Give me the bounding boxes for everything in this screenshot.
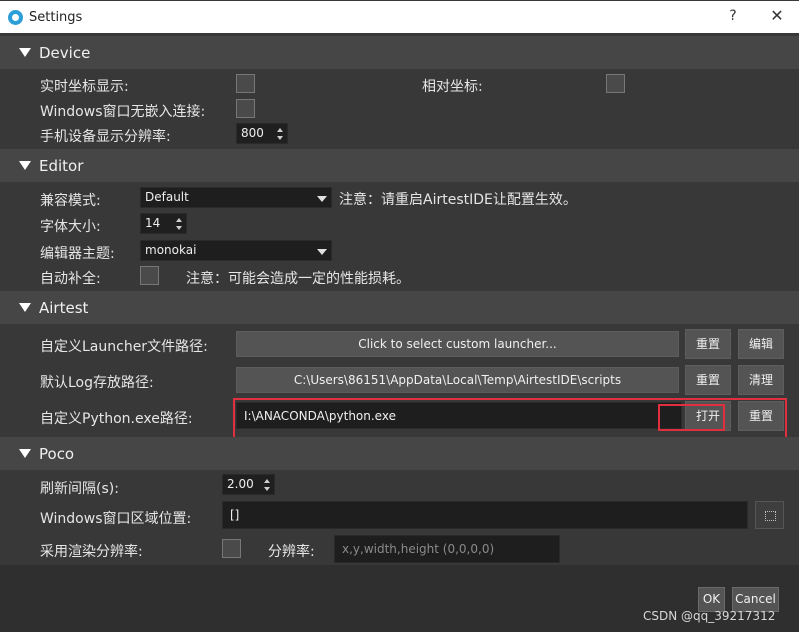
section-device-title: Device [39,44,91,62]
render-resolution-label: 采用渲染分辨率: [40,544,143,560]
spin-arrows-icon[interactable] [276,126,284,142]
collapse-triangle-icon [19,161,31,170]
spin-arrows-icon[interactable] [175,216,183,232]
windows-no-embed-label: Windows窗口无嵌入连接: [40,104,206,120]
section-poco-header[interactable]: Poco [0,437,799,470]
compat-mode-value: Default [145,190,189,204]
custom-launcher-label: 自定义Launcher文件路径: [40,339,208,355]
log-reset-button[interactable]: 重置 [685,365,731,395]
launcher-edit-button[interactable]: 编辑 [738,329,784,359]
collapse-triangle-icon [19,449,31,458]
csdn-watermark: CSDN @qq_39217312 [643,609,776,623]
device-resolution-label: 手机设备显示分辨率: [40,129,171,145]
realtime-coords-label: 实时坐标显示: [40,79,129,95]
help-icon[interactable]: ? [726,8,740,24]
dropdown-arrow-icon [317,249,327,255]
section-airtest-title: Airtest [39,299,89,317]
section-editor-header[interactable]: Editor [0,149,799,182]
title-bar: Settings ? ✕ [0,0,799,33]
window-title: Settings [29,10,83,25]
restart-note: 注意：请重启AirtestIDE让配置生效。 [339,192,577,208]
section-device-header[interactable]: Device [0,36,799,69]
editor-theme-value: monokai [145,243,197,257]
font-size-value: 14 [145,216,161,230]
autocomplete-label: 自动补全: [40,271,101,287]
performance-note: 注意：可能会造成一定的性能损耗。 [186,271,410,287]
device-resolution-spinbox[interactable]: 800 [236,123,288,144]
font-size-spinbox[interactable]: 14 [140,213,187,234]
editor-theme-select[interactable]: monokai [140,240,332,261]
log-clean-button[interactable]: 清理 [738,365,784,395]
refresh-interval-value: 2.00 [227,477,254,491]
collapse-triangle-icon [19,303,31,312]
section-poco-title: Poco [39,445,75,463]
relative-coords-checkbox[interactable] [606,74,625,93]
select-launcher-button[interactable]: Click to select custom launcher... [236,331,679,357]
section-editor-title: Editor [39,157,84,175]
compat-mode-select[interactable]: Default [140,187,332,208]
expand-icon[interactable] [755,501,784,529]
windows-no-embed-checkbox[interactable] [236,99,255,118]
collapse-triangle-icon [19,48,31,57]
log-path-label: 默认Log存放路径: [40,375,154,391]
settings-app-icon [8,10,23,25]
editor-theme-label: 编辑器主题: [40,246,115,262]
log-path-button[interactable]: C:\Users\86151\AppData\Local\Temp\Airtes… [236,367,679,393]
refresh-interval-label: 刷新间隔(s): [40,481,119,497]
relative-coords-label: 相对坐标: [422,79,483,95]
spin-arrows-icon[interactable] [263,477,271,493]
font-size-label: 字体大小: [40,219,101,235]
device-resolution-value: 800 [241,126,264,140]
compat-mode-label: 兼容模式: [40,193,101,209]
resolution-placeholder: x,y,width,height (0,0,0,0) [342,542,495,556]
resolution-input[interactable]: x,y,width,height (0,0,0,0) [334,535,560,563]
realtime-coords-checkbox[interactable] [236,74,255,93]
python-exe-label: 自定义Python.exe路径: [40,411,193,427]
refresh-interval-spinbox[interactable]: 2.00 [222,474,275,495]
window-region-value: [] [230,508,240,522]
dropdown-arrow-icon [317,196,327,202]
window-region-label: Windows窗口区域位置: [40,511,192,527]
autocomplete-checkbox[interactable] [140,266,159,285]
close-icon[interactable]: ✕ [769,6,785,25]
render-resolution-checkbox[interactable] [222,539,241,558]
window-region-field[interactable]: [] [222,501,748,529]
launcher-reset-button[interactable]: 重置 [685,329,731,359]
highlight-box-open-button [658,404,725,431]
section-airtest-header[interactable]: Airtest [0,291,799,324]
resolution-label: 分辨率: [268,544,315,560]
